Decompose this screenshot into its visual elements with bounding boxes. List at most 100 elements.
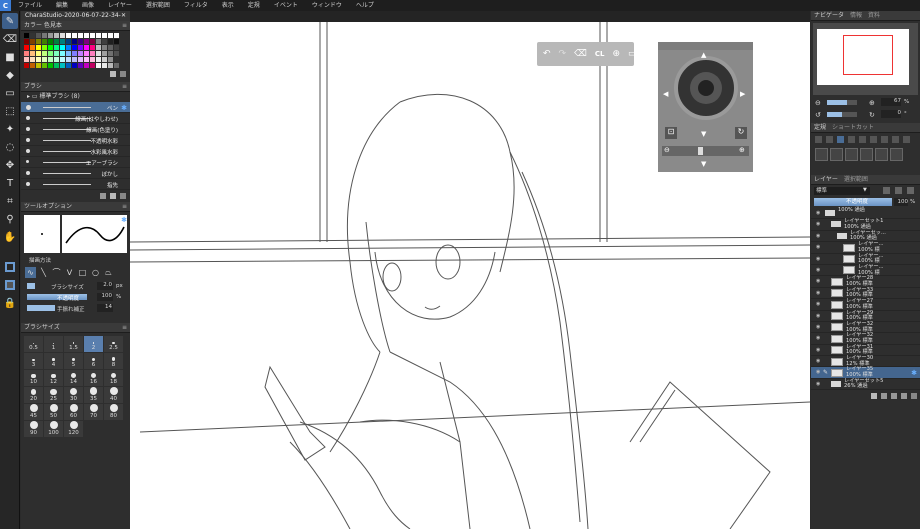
layer-row[interactable]: ◉ レイヤーセット5 26% 通過 bbox=[811, 378, 920, 391]
ruler-straight-icon[interactable] bbox=[848, 136, 855, 143]
brush-size-option[interactable]: 20 bbox=[24, 387, 43, 403]
color-swatch[interactable] bbox=[60, 57, 65, 62]
color-swatch[interactable] bbox=[30, 39, 35, 44]
ruler-visible-icon[interactable] bbox=[815, 136, 822, 143]
panel-tab[interactable]: 選択範囲 bbox=[844, 175, 868, 184]
brush-size-option[interactable]: 3 bbox=[24, 353, 43, 369]
fit-to-window-icon[interactable]: ⊡ bbox=[665, 127, 677, 139]
panel-toggle-icon[interactable]: ▭ bbox=[628, 49, 637, 59]
reference-layer-icon[interactable] bbox=[895, 187, 902, 194]
arrow-down-icon[interactable]: ▼ bbox=[701, 130, 706, 138]
fill-tool-icon[interactable]: ◆ bbox=[2, 67, 18, 83]
color-swatch[interactable] bbox=[42, 45, 47, 50]
color-swatch[interactable] bbox=[24, 39, 29, 44]
lock-layer-icon[interactable] bbox=[907, 187, 914, 194]
visibility-eye-icon[interactable]: ◉ bbox=[816, 381, 820, 387]
brush-item[interactable]: 線画(色塗り) bbox=[21, 124, 130, 135]
visibility-eye-icon[interactable]: ◉ bbox=[816, 290, 820, 296]
menu-item[interactable]: ファイル bbox=[11, 0, 49, 11]
color-swatch[interactable] bbox=[54, 63, 59, 68]
delete-brush-icon[interactable] bbox=[120, 193, 126, 199]
color-swatch[interactable] bbox=[114, 63, 119, 68]
brush-size-option[interactable]: 90 bbox=[24, 421, 43, 437]
arrow-left-icon[interactable]: ◀ bbox=[663, 90, 668, 98]
color-swatch[interactable] bbox=[84, 45, 89, 50]
layer-settings-gear-icon[interactable]: ✱ bbox=[911, 369, 917, 377]
rotation-slider[interactable] bbox=[827, 112, 857, 117]
panel-tab[interactable]: 定規 bbox=[814, 123, 826, 132]
layer-mask-icon[interactable] bbox=[891, 393, 897, 400]
brush-size-option[interactable]: 2 bbox=[84, 336, 103, 352]
color-swatch[interactable] bbox=[114, 39, 119, 44]
color-swatch[interactable] bbox=[84, 57, 89, 62]
color-swatch[interactable] bbox=[42, 33, 47, 38]
zoom-out-icon[interactable]: ⊖ bbox=[815, 99, 821, 107]
color-swatch[interactable] bbox=[54, 51, 59, 56]
panel-menu-icon[interactable]: ≡ bbox=[122, 21, 127, 31]
new-folder-icon[interactable] bbox=[881, 393, 887, 400]
brush-item[interactable]: エアーブラシ bbox=[21, 157, 130, 168]
visibility-eye-icon[interactable]: ◉ bbox=[816, 233, 820, 239]
color-swatch[interactable] bbox=[36, 51, 41, 56]
menu-item[interactable]: 定規 bbox=[241, 0, 267, 11]
rotate-left-icon[interactable]: ↺ bbox=[815, 111, 821, 119]
color-swatch[interactable] bbox=[72, 63, 77, 68]
panel-tab[interactable]: 情報 bbox=[850, 11, 862, 20]
merge-layer-icon[interactable] bbox=[901, 393, 907, 400]
color-swatch[interactable] bbox=[60, 39, 65, 44]
panel-tab[interactable]: ショートカット bbox=[832, 123, 874, 132]
ruler-perspective-icon[interactable] bbox=[870, 136, 877, 143]
concentric-ruler-icon[interactable] bbox=[845, 148, 858, 161]
arrow-right-icon[interactable]: ▶ bbox=[740, 90, 745, 98]
magic-wand-tool-icon[interactable]: ✦ bbox=[2, 121, 18, 137]
color-swatch[interactable] bbox=[42, 57, 47, 62]
eyedropper-tool-icon[interactable]: ⚲ bbox=[2, 211, 18, 227]
color-swatch[interactable] bbox=[42, 63, 47, 68]
brush-size-option[interactable]: 2.5 bbox=[104, 336, 123, 352]
line-mode-icon[interactable]: ╲ bbox=[38, 267, 49, 278]
color-swatch[interactable] bbox=[114, 33, 119, 38]
color-swatch[interactable] bbox=[84, 51, 89, 56]
color-swatch[interactable] bbox=[102, 63, 107, 68]
color-swatch[interactable] bbox=[54, 33, 59, 38]
arrow-up-icon[interactable]: ▲ bbox=[701, 51, 706, 59]
visibility-eye-icon[interactable]: ◉ bbox=[816, 301, 820, 307]
redo-icon[interactable]: ↷ bbox=[559, 49, 567, 59]
color-swatch[interactable] bbox=[24, 57, 29, 62]
color-swatch[interactable] bbox=[30, 51, 35, 56]
brush-size-option[interactable]: 1 bbox=[44, 336, 63, 352]
color-swatch[interactable] bbox=[84, 33, 89, 38]
color-swatch[interactable] bbox=[78, 63, 83, 68]
color-swatch[interactable] bbox=[24, 45, 29, 50]
color-swatch[interactable] bbox=[60, 63, 65, 68]
polygon-mode-icon[interactable]: ⏢ bbox=[103, 267, 114, 278]
new-swatch-icon[interactable] bbox=[110, 71, 116, 77]
new-brush-icon[interactable] bbox=[110, 193, 116, 199]
color-swatch[interactable] bbox=[48, 39, 53, 44]
delete-swatch-icon[interactable] bbox=[120, 71, 126, 77]
pen-tool-icon[interactable]: ✎ bbox=[2, 13, 18, 29]
brush-size-option[interactable]: 45 bbox=[24, 404, 43, 420]
menu-item[interactable]: 画像 bbox=[75, 0, 101, 11]
color-swatch[interactable] bbox=[24, 51, 29, 56]
brush-size-option[interactable]: 70 bbox=[84, 404, 103, 420]
color-swatch[interactable] bbox=[108, 63, 113, 68]
navigator-drag-handle[interactable] bbox=[658, 42, 753, 50]
color-swatch[interactable] bbox=[78, 33, 83, 38]
rotation-value[interactable]: 0 bbox=[881, 110, 901, 118]
ruler-delete-icon[interactable] bbox=[903, 136, 910, 143]
brush-size-option[interactable]: 10 bbox=[24, 370, 43, 386]
color-swatch[interactable] bbox=[48, 63, 53, 68]
ruler-symmetry-icon[interactable] bbox=[892, 136, 899, 143]
shape-tool-icon[interactable]: ■ bbox=[2, 49, 18, 65]
color-swatch[interactable] bbox=[90, 39, 95, 44]
brush-size-option[interactable]: 35 bbox=[84, 387, 103, 403]
color-swatch[interactable] bbox=[102, 33, 107, 38]
color-swatch[interactable] bbox=[36, 63, 41, 68]
opacity-value[interactable]: 100 bbox=[97, 293, 113, 301]
collapse-icon[interactable]: ▼ bbox=[701, 160, 706, 168]
brush-size-option[interactable]: 100 bbox=[44, 421, 63, 437]
brush-item[interactable]: 線画(はやしわせ) bbox=[21, 113, 130, 124]
brush-size-option[interactable]: 25 bbox=[44, 387, 63, 403]
color-swatch[interactable] bbox=[96, 45, 101, 50]
